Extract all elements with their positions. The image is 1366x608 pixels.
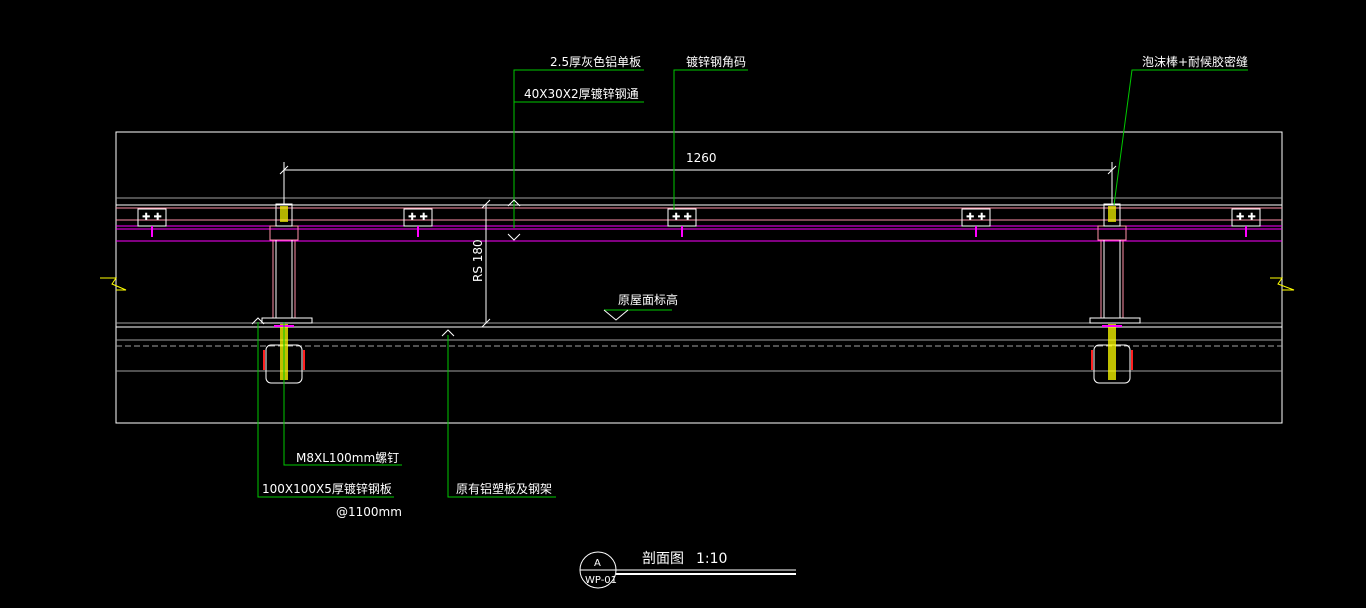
section-frame [115,131,1283,424]
span-dimension-label: 1260 [686,151,717,165]
clip: ✚ ✚ [137,208,167,237]
bolt-label: M8XL100mm螺钉 [296,451,399,465]
corner-code-label: 镀锌钢角码 [686,55,746,69]
svg-text:✚ ✚: ✚ ✚ [672,212,692,223]
leader-lines [257,69,1248,498]
existing-roof-label: 原有铝塑板及钢架 [456,481,552,496]
left-break-line [100,277,127,291]
clip: ✚ ✚ [667,208,697,237]
span-dimension [279,162,1117,205]
aluminum-panel-label: 2.5厚灰色铝单板 [550,54,641,69]
clip: ✚ ✚ [961,208,991,237]
svg-text:✚ ✚: ✚ ✚ [142,212,162,223]
right-post [1089,203,1141,384]
svg-text:✚ ✚: ✚ ✚ [1236,212,1256,223]
spacing-label: @1100mm [336,505,402,519]
drawing-title: 剖面图 [642,551,684,567]
title-symbol-top: A [594,558,601,569]
sealant-label: 泡沫棒+耐候胶密缝 [1142,54,1248,69]
height-dimension-label: RS 180 [471,239,485,282]
title-symbol-bottom: WP-01 [585,575,617,586]
section-drawing: ✚ ✚ ✚ ✚ ✚ ✚ ✚ ✚ ✚ ✚ 1260 RS 180 原屋面标高 2.… [100,54,1295,589]
left-post [261,203,313,384]
drawing-scale: 1:10 [696,551,727,567]
svg-text:✚ ✚: ✚ ✚ [408,212,428,223]
corner-clips: ✚ ✚ ✚ ✚ ✚ ✚ ✚ ✚ ✚ ✚ [137,208,1261,237]
roof-level-label: 原屋面标高 [618,292,678,307]
roof-level-marker [603,309,672,321]
existing-roof [116,322,1282,372]
svg-text:✚ ✚: ✚ ✚ [966,212,986,223]
clip: ✚ ✚ [1231,208,1261,237]
steel-purlin-label: 40X30X2厚镀锌钢通 [524,87,639,101]
base-plate-label: 100X100X5厚镀锌钢板 [262,482,392,496]
clip: ✚ ✚ [403,208,433,237]
